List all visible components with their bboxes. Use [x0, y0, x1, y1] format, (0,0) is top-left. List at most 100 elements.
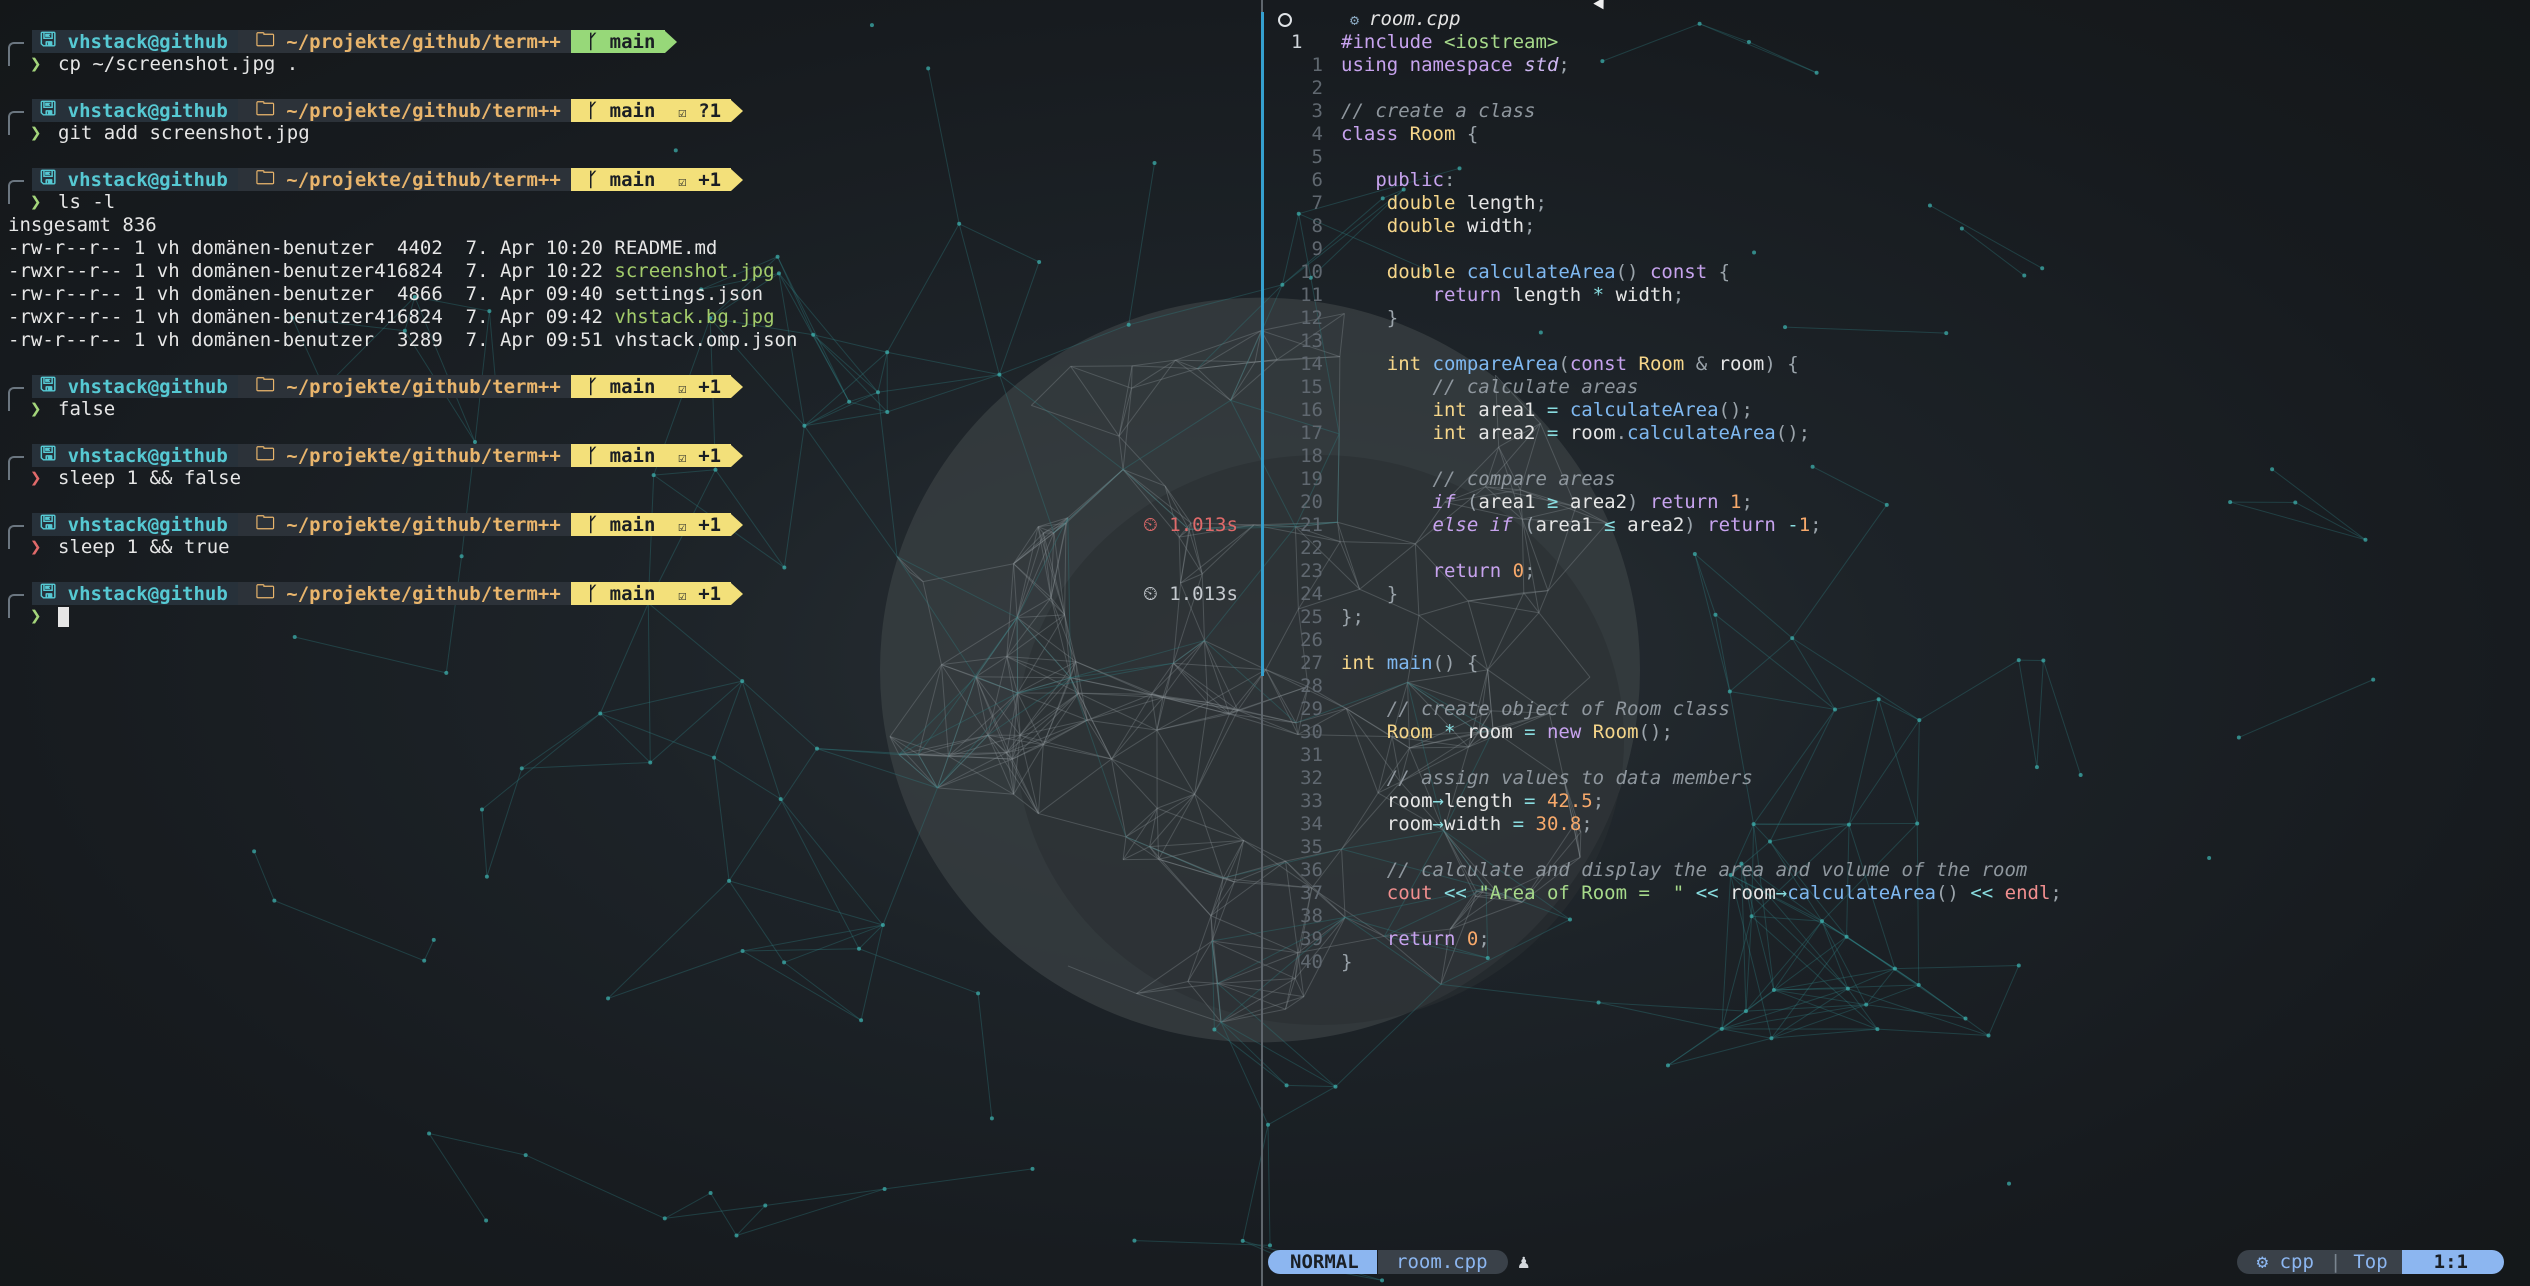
code-line[interactable]: 1 using namespace std;	[1275, 54, 2525, 77]
command-line[interactable]: ❯	[8, 605, 1248, 628]
prompt-user-text: vhstack@github	[67, 582, 228, 605]
code-line[interactable]: 19 // compare areas	[1275, 468, 2525, 491]
segment-arrow	[731, 444, 744, 467]
command-line[interactable]: ❯ sleep 1 && false	[8, 467, 1248, 490]
code-text: }	[1386, 583, 1399, 605]
code-text: if (area1 ≥ area2) return 1;	[1432, 491, 1753, 513]
prompt-timing-text: 1.013s	[1169, 513, 1238, 536]
code-line[interactable]: 18	[1275, 445, 2525, 468]
code-line[interactable]: 24 }	[1275, 583, 2525, 606]
code-line[interactable]: 12 }	[1275, 307, 2525, 330]
command-line[interactable]: ❯ sleep 1 && true	[8, 536, 1248, 559]
code-line[interactable]: 28	[1275, 675, 2525, 698]
code-line[interactable]: 7 double length;	[1275, 192, 2525, 215]
command-line[interactable]: ❯ ls -l	[8, 191, 1248, 214]
staged-icon: ☑	[678, 518, 687, 535]
prompt-git-status: ☑ ?1	[655, 100, 721, 122]
ls-filename: README.md	[614, 237, 718, 259]
statusline: NORMAL room.cpp ♟ ⚙ cpp | Top 1:1	[1268, 1250, 2504, 1274]
code-line[interactable]: 22	[1275, 537, 2525, 560]
code-text: else if (area1 ≤ area2) return -1;	[1432, 514, 1822, 536]
code-line[interactable]: 4 class Room {	[1275, 123, 2525, 146]
command-line[interactable]: ❯ false	[8, 398, 1248, 421]
command-line[interactable]: ❯ git add screenshot.jpg	[8, 122, 1248, 145]
code-line[interactable]: 33 room→length = 42.5;	[1275, 790, 2525, 813]
code-text: room→width = 30.8;	[1341, 813, 1593, 835]
branch-icon: ᚴ	[586, 582, 610, 605]
segment-arrow	[665, 30, 678, 53]
line-number: 5	[1311, 146, 1323, 168]
ls-perm: -rw-r--r--	[8, 329, 123, 351]
code-line[interactable]: 25};	[1275, 606, 2525, 629]
terminal-pane[interactable]: 🖫 vhstack@github 🗀 ~/projekte/github/term…	[8, 29, 1248, 628]
editor-pane[interactable]: ⚙ room.cpp 1 #include <iostream> 1 using nam…	[1275, 8, 2525, 974]
code-line[interactable]: 9	[1275, 238, 2525, 261]
code-line[interactable]: 13	[1275, 330, 2525, 353]
code-line[interactable]: 39 return 0;	[1275, 928, 2525, 951]
folder-icon: 🗀	[255, 442, 287, 465]
code-line[interactable]: 27 int main() {	[1275, 652, 2525, 675]
line-number: 38	[1300, 905, 1323, 927]
code-line[interactable]: 37 cout << "Area of Room = " << room→cal…	[1275, 882, 2525, 905]
code-line[interactable]: 32 // assign values to data members	[1275, 767, 2525, 790]
code-text: double width;	[1386, 215, 1536, 237]
code-area[interactable]: 1 #include <iostream> 1 using namespace std…	[1275, 31, 2525, 974]
prompt-git-branch: main	[609, 444, 656, 467]
prompt-git-status-text: +1	[698, 168, 722, 191]
ls-perm: -rwxr--r--	[8, 260, 123, 282]
code-line[interactable]: 10 double calculateArea() const {	[1275, 261, 2525, 284]
code-line[interactable]: 1 #include <iostream>	[1275, 31, 2525, 54]
code-line[interactable]: 2	[1275, 77, 2525, 100]
line-number: 22	[1300, 537, 1323, 559]
code-line[interactable]: 35	[1275, 836, 2525, 859]
code-line[interactable]: 17 int area2 = room.calculateArea();	[1275, 422, 2525, 445]
code-text: // create object of Room class	[1341, 698, 1730, 720]
prompt-git-status-text: ?1	[698, 99, 722, 122]
code-line[interactable]: 6 public:	[1275, 169, 2525, 192]
editor-tab[interactable]: ⚙ room.cpp	[1350, 8, 1461, 30]
code-line[interactable]: 16 int area1 = calculateArea();	[1275, 399, 2525, 422]
command-line[interactable]: ❯ cp ~/screenshot.jpg .	[8, 53, 1248, 76]
line-number: 29	[1300, 698, 1323, 720]
code-line[interactable]: 40}	[1275, 951, 2525, 974]
code-line[interactable]: 26	[1275, 629, 2525, 652]
code-text: int area2 = room.calculateArea();	[1432, 422, 1811, 444]
code-line[interactable]: 38	[1275, 905, 2525, 928]
prompt-git-status: ☑ +1	[655, 376, 721, 398]
staged-icon: ☑	[678, 380, 687, 397]
prompt-path-segment: 🗀 ~/projekte/github/term++	[237, 374, 571, 398]
prompt-git-status-text: +1	[698, 375, 722, 398]
line-number: 24	[1300, 583, 1323, 605]
ls-owner: vh	[156, 237, 180, 259]
code-line[interactable]: 14 int compareArea(const Room & room) {	[1275, 353, 2525, 376]
clock-icon: ⏲	[1143, 582, 1170, 605]
staged-icon: ☑	[678, 449, 687, 466]
code-line[interactable]: 30 Room * room = new Room();	[1275, 721, 2525, 744]
code-line[interactable]: 3 // create a class	[1275, 100, 2525, 123]
prompt-git-segment: ᚴ main ☑ +1	[570, 168, 732, 191]
code-text: room→length = 42.5;	[1341, 790, 1605, 812]
code-line[interactable]: 29 // create object of Room class	[1275, 698, 2525, 721]
line-number: 2	[1311, 77, 1323, 99]
filetype-indicator: ⚙ cpp	[2236, 1250, 2324, 1274]
code-line[interactable]: 31	[1275, 744, 2525, 767]
code-line[interactable]: 36 // calculate and display the area and…	[1275, 859, 2525, 882]
ls-row: -rw-r--r-- 1 vh domänen-benutzer 3289 7.…	[8, 329, 1248, 352]
code-line[interactable]: 21 else if (area1 ≤ area2) return -1;	[1275, 514, 2525, 537]
code-line[interactable]: 23 return 0;	[1275, 560, 2525, 583]
branch-icon: ᚴ	[586, 375, 610, 398]
code-line[interactable]: 15 // calculate areas	[1275, 376, 2525, 399]
scroll-position: Top	[2347, 1250, 2402, 1274]
line-number: 31	[1300, 744, 1323, 766]
code-line[interactable]: 34 room→width = 30.8;	[1275, 813, 2525, 836]
code-text: public:	[1375, 169, 1456, 191]
code-text: // calculate and display the area and vo…	[1341, 859, 2028, 881]
editor-tabline: ⚙ room.cpp	[1275, 8, 2525, 31]
code-line[interactable]: 20 if (area1 ≥ area2) return 1;	[1275, 491, 2525, 514]
code-line[interactable]: 5	[1275, 146, 2525, 169]
code-line[interactable]: 11 return length * width;	[1275, 284, 2525, 307]
code-line[interactable]: 8 double width;	[1275, 215, 2525, 238]
user-icon: 🖫	[40, 166, 68, 189]
ls-date: 7. Apr 09:51	[465, 329, 603, 351]
